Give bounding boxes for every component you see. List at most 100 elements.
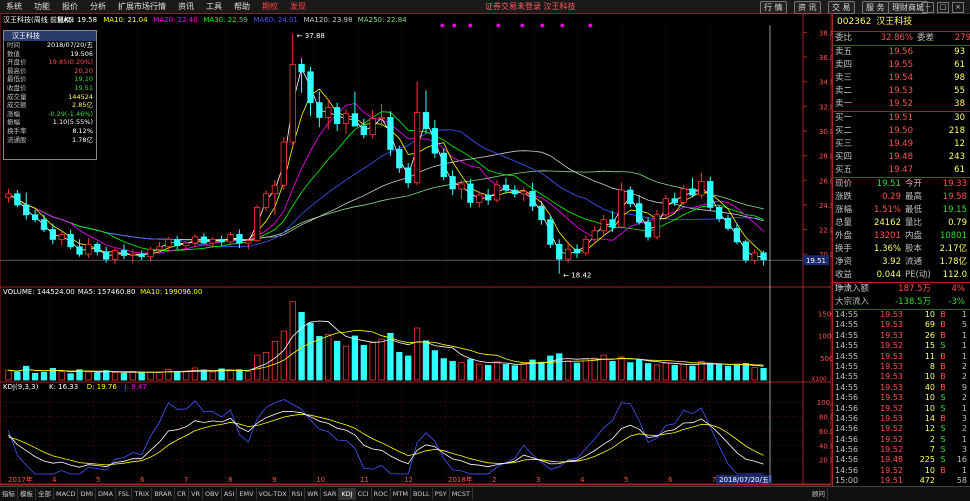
close-icon[interactable]: × — [952, 2, 964, 13]
indicator-tab-asi[interactable]: ASI — [222, 488, 238, 500]
order-price: 19.54 — [888, 73, 913, 83]
menu-item-4[interactable]: 扩展市场行情 — [112, 0, 172, 13]
x-axis-label: 2 — [492, 476, 496, 484]
indicator-tab-wr[interactable]: WR — [305, 488, 322, 500]
stat-value: 19.15 — [942, 205, 967, 215]
stat-label: 总量 — [835, 218, 853, 228]
trade-count: 2 — [961, 361, 967, 371]
indicator-tab-模板[interactable]: 模板 — [18, 488, 36, 500]
flow-value: -138.5万 — [895, 297, 931, 307]
menu-item-1[interactable]: 功能 — [28, 0, 56, 13]
x-axis-label: 6 — [668, 476, 673, 484]
trade-row: 14:55 19.53 10 B 2 — [833, 372, 970, 382]
info-label: 开盘价 — [7, 58, 27, 67]
order-row[interactable]: 卖四 19.55 61 — [833, 59, 970, 72]
indicator-tab-mcst[interactable]: MCST — [450, 488, 473, 500]
indicator-tab-boll[interactable]: BOLL — [411, 488, 433, 500]
chart-area[interactable]: 38.00 36.00 34.00 32.00 30.00 28.00 26.00 24.00… — [0, 12, 841, 486]
volume-bar — [760, 368, 767, 381]
trade-volume: 10 — [924, 403, 935, 413]
indicator-tab-macd[interactable]: MACD — [54, 488, 79, 500]
candle-body — [485, 194, 492, 201]
menu-item-7[interactable]: 帮助 — [228, 0, 256, 13]
indicator-tab-emv[interactable]: EMV — [237, 488, 257, 500]
indicator-tab-全部[interactable]: 全部 — [36, 488, 54, 500]
x-axis-label: 12 — [404, 476, 413, 484]
stat-label: 换手 — [835, 244, 853, 254]
trade-count: 2 — [961, 393, 967, 403]
indicator-tab-obv[interactable]: OBV — [203, 488, 222, 500]
order-row[interactable]: 买二 19.50 218 — [833, 125, 970, 138]
order-label: 卖一 — [835, 99, 853, 109]
chart-svg[interactable]: 38.00 36.00 34.00 32.00 30.00 28.00 26.00 24.00… — [0, 12, 841, 486]
weicha-label: 委差 — [917, 33, 935, 43]
menu-item-hl-1[interactable]: 发现 — [284, 0, 312, 13]
menu-item-6[interactable]: 工具 — [200, 0, 228, 13]
order-row[interactable]: 卖三 19.54 98 — [833, 72, 970, 85]
login-status[interactable]: 证券交易未登录 汉王科技 — [485, 0, 576, 13]
candle-body — [520, 190, 527, 195]
indicator-tab-sar[interactable]: SAR — [321, 488, 340, 500]
indicator-tab-fsl[interactable]: FSL — [116, 488, 133, 500]
menu-item-hl-0[interactable]: 期权 — [256, 0, 284, 13]
order-row[interactable]: 买五 19.47 61 — [833, 164, 970, 177]
flow-label: 大宗流入 — [835, 297, 870, 307]
indicator-tab-指标[interactable]: 指标 — [0, 488, 18, 500]
order-row[interactable]: 卖二 19.53 55 — [833, 85, 970, 98]
indicator-tab-dma[interactable]: DMA — [96, 488, 117, 500]
candle-body — [360, 125, 367, 136]
order-row[interactable]: 卖一 19.52 38 — [833, 98, 970, 111]
candle-body — [476, 194, 483, 203]
weicha-value: 279 — [954, 33, 970, 43]
indicator-tab-roc[interactable]: ROC — [372, 488, 391, 500]
indicator-tab-psy[interactable]: PSY — [433, 488, 450, 500]
indicator-tab-cci[interactable]: CCI — [356, 488, 372, 500]
volume-bar — [405, 355, 412, 381]
candle-body — [493, 184, 501, 201]
indicator-tab-mtm[interactable]: MTM — [391, 488, 411, 500]
stat-label: 最高 — [905, 192, 923, 202]
indicator-tab-cr[interactable]: CR — [175, 488, 190, 500]
indicator-tab-kdj[interactable]: KDJ — [339, 488, 356, 500]
stat-value: 19.33 — [942, 179, 967, 189]
trade-direction: S — [940, 445, 946, 455]
info-row: 换手率 8.12% — [4, 127, 96, 136]
order-volume: 12 — [954, 139, 965, 149]
candle-body — [573, 248, 581, 254]
indicator-tab-rsi[interactable]: RSI — [290, 488, 306, 500]
x-axis-label: 4 — [52, 476, 57, 484]
minimize-icon[interactable]: － — [922, 2, 934, 13]
trade-time: 14:55 — [835, 351, 859, 361]
menu-item-2[interactable]: 报价 — [56, 0, 84, 13]
indicator-tab-vol-tdx[interactable]: VOL-TDX — [257, 488, 290, 500]
indicator-tab-dmi[interactable]: DMI — [78, 488, 97, 500]
order-row[interactable]: 买三 19.49 12 — [833, 138, 970, 151]
advisor-tab[interactable]: 顾问 — [810, 488, 828, 500]
menu-item-5[interactable]: 资讯 — [172, 0, 200, 13]
candle-body — [733, 227, 741, 243]
menu-item-0[interactable]: 系统 — [0, 0, 28, 13]
order-row[interactable]: 买四 19.48 243 — [833, 151, 970, 164]
candle-body — [671, 198, 678, 203]
trade-count: 1 — [961, 465, 967, 475]
volume-bar — [200, 369, 208, 381]
order-row[interactable]: 卖五 19.56 93 — [833, 46, 970, 59]
volume-bar — [636, 359, 643, 381]
price-axis-label: 24.00 — [819, 202, 832, 210]
stat-label: 涨幅 — [835, 205, 853, 215]
candle-body — [5, 193, 12, 198]
candle-body — [458, 183, 465, 190]
indicator-tab-vr[interactable]: VR — [189, 488, 204, 500]
indicator-tab-trix[interactable]: TRIX — [132, 488, 153, 500]
order-row[interactable]: 买一 19.51 30 — [833, 112, 970, 125]
indicator-tab-brar[interactable]: BRAR — [152, 488, 175, 500]
candle-body — [191, 236, 199, 244]
trade-count: 16 — [956, 455, 967, 465]
volume-bar — [342, 345, 350, 381]
trade-volume: 26 — [924, 330, 935, 340]
candle-body — [529, 190, 536, 207]
x-axis-label: 8 — [228, 476, 232, 484]
indicator-tab-bar: 指标 模板 全部 MACD DMI DMA FSL TRIX BRAR CR VR OBV ASI EMV… — [0, 486, 970, 501]
menu-item-3[interactable]: 分析 — [84, 0, 112, 13]
maximize-icon[interactable]: □ — [937, 2, 949, 13]
